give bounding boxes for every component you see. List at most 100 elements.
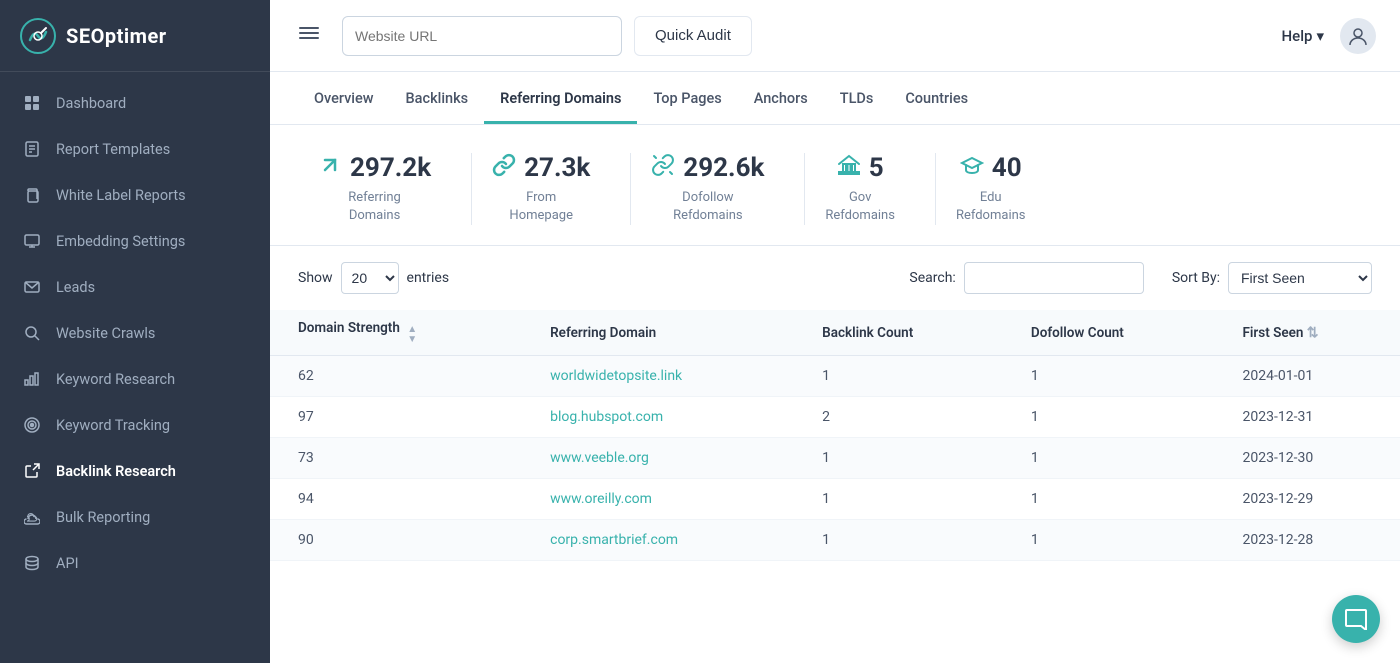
grid-icon bbox=[22, 93, 42, 113]
stat-referring-domains: 297.2k ReferringDomains bbox=[298, 153, 472, 225]
monitor-icon bbox=[22, 231, 42, 251]
sidebar-item-label: Keyword Research bbox=[56, 371, 175, 388]
stat-value-referring-domains: 297.2k bbox=[350, 153, 431, 183]
tab-overview[interactable]: Overview bbox=[298, 72, 390, 124]
stat-value-gov: 5 bbox=[869, 153, 884, 183]
sidebar-item-label: Embedding Settings bbox=[56, 233, 185, 250]
cell-strength: 73 bbox=[270, 438, 522, 479]
table-row: 94 www.oreilly.com 1 1 2023-12-29 bbox=[270, 479, 1400, 520]
chat-button[interactable] bbox=[1332, 595, 1380, 643]
topbar: Quick Audit Help ▾ bbox=[270, 0, 1400, 72]
stat-label-gov: GovRefdomains bbox=[825, 189, 895, 225]
stat-label-from-homepage: FromHomepage bbox=[509, 189, 573, 225]
quick-audit-button[interactable]: Quick Audit bbox=[634, 16, 752, 56]
cell-first-seen: 2023-12-29 bbox=[1215, 479, 1400, 520]
domain-link[interactable]: www.veeble.org bbox=[550, 450, 649, 466]
help-button[interactable]: Help ▾ bbox=[1282, 27, 1324, 45]
topbar-right: Help ▾ bbox=[1282, 18, 1376, 54]
url-input[interactable] bbox=[342, 16, 622, 56]
main-content: Quick Audit Help ▾ Overview Backlinks Re… bbox=[270, 0, 1400, 663]
sidebar-item-leads[interactable]: Leads bbox=[0, 264, 270, 310]
sidebar-item-label: Bulk Reporting bbox=[56, 509, 150, 526]
col-first-seen: First Seen ⇅ bbox=[1215, 310, 1400, 356]
sidebar-item-label: Backlink Research bbox=[56, 463, 176, 480]
tab-anchors[interactable]: Anchors bbox=[738, 72, 824, 124]
menu-icon[interactable] bbox=[294, 18, 324, 53]
data-table: Domain Strength ▲▼ Referring Domain Back… bbox=[270, 310, 1400, 561]
cell-strength: 90 bbox=[270, 520, 522, 561]
sidebar-item-white-label[interactable]: White Label Reports bbox=[0, 172, 270, 218]
sidebar-item-label: White Label Reports bbox=[56, 187, 186, 204]
sidebar-item-backlink-research[interactable]: Backlink Research bbox=[0, 448, 270, 494]
sidebar-item-keyword-research[interactable]: Keyword Research bbox=[0, 356, 270, 402]
search-label: Search: bbox=[909, 270, 955, 286]
cell-strength: 94 bbox=[270, 479, 522, 520]
sidebar-item-dashboard[interactable]: Dashboard bbox=[0, 80, 270, 126]
dofollow-icon bbox=[651, 153, 675, 183]
external-link-icon bbox=[22, 461, 42, 481]
cell-backlinks: 1 bbox=[794, 520, 1003, 561]
domain-link[interactable]: worldwidetopsite.link bbox=[550, 368, 682, 384]
table-header-row: Domain Strength ▲▼ Referring Domain Back… bbox=[270, 310, 1400, 356]
cell-backlinks: 2 bbox=[794, 397, 1003, 438]
sidebar-item-website-crawls[interactable]: Website Crawls bbox=[0, 310, 270, 356]
sidebar: SEOptimer Dashboard Report Templates Whi… bbox=[0, 0, 270, 663]
domain-link[interactable]: blog.hubspot.com bbox=[550, 409, 663, 425]
cell-backlinks: 1 bbox=[794, 438, 1003, 479]
domain-link[interactable]: www.oreilly.com bbox=[550, 491, 652, 507]
logo-text: SEOptimer bbox=[66, 24, 167, 48]
file-text-icon bbox=[22, 139, 42, 159]
search-input[interactable] bbox=[964, 262, 1144, 294]
cell-domain: www.oreilly.com bbox=[522, 479, 794, 520]
cell-first-seen: 2023-12-31 bbox=[1215, 397, 1400, 438]
stat-value-from-homepage: 27.3k bbox=[524, 153, 590, 183]
col-referring-domain: Referring Domain bbox=[522, 310, 794, 356]
sort-label: Sort By: bbox=[1172, 270, 1220, 286]
building-icon bbox=[837, 153, 861, 183]
sidebar-item-label: Website Crawls bbox=[56, 325, 155, 342]
sort-select[interactable]: First Seen Domain Strength Backlink Coun… bbox=[1228, 262, 1372, 294]
entries-label: entries bbox=[407, 270, 450, 286]
tab-bar: Overview Backlinks Referring Domains Top… bbox=[270, 72, 1400, 125]
cell-dofollow: 1 bbox=[1003, 356, 1215, 397]
user-avatar[interactable] bbox=[1340, 18, 1376, 54]
graduation-icon bbox=[960, 153, 984, 183]
sort-arrows-domain-strength[interactable]: ▲▼ bbox=[407, 325, 417, 345]
filter-icon[interactable]: ⇅ bbox=[1307, 325, 1319, 341]
tab-countries[interactable]: Countries bbox=[889, 72, 984, 124]
sidebar-nav: Dashboard Report Templates White Label R… bbox=[0, 72, 270, 663]
sidebar-item-report-templates[interactable]: Report Templates bbox=[0, 126, 270, 172]
col-backlink-count: Backlink Count bbox=[794, 310, 1003, 356]
stat-dofollow: 292.6k DofollowRefdomains bbox=[631, 153, 805, 225]
cell-first-seen: 2024-01-01 bbox=[1215, 356, 1400, 397]
cell-dofollow: 1 bbox=[1003, 397, 1215, 438]
cell-dofollow: 1 bbox=[1003, 438, 1215, 479]
stat-label-referring-domains: ReferringDomains bbox=[348, 189, 401, 225]
link-icon bbox=[492, 153, 516, 183]
sidebar-item-bulk-reporting[interactable]: Bulk Reporting bbox=[0, 494, 270, 540]
tab-top-pages[interactable]: Top Pages bbox=[637, 72, 737, 124]
tab-referring-domains[interactable]: Referring Domains bbox=[484, 72, 637, 124]
entries-select[interactable]: 20 10 50 100 bbox=[341, 262, 399, 294]
table-row: 62 worldwidetopsite.link 1 1 2024-01-01 bbox=[270, 356, 1400, 397]
bar-chart-icon bbox=[22, 369, 42, 389]
target-icon bbox=[22, 415, 42, 435]
cloud-icon bbox=[22, 507, 42, 527]
stat-gov: 5 GovRefdomains bbox=[805, 153, 936, 225]
cell-strength: 97 bbox=[270, 397, 522, 438]
domain-link[interactable]: corp.smartbrief.com bbox=[550, 532, 678, 548]
stat-edu: 40 EduRefdomains bbox=[936, 153, 1066, 225]
table-row: 90 corp.smartbrief.com 1 1 2023-12-28 bbox=[270, 520, 1400, 561]
stat-value-edu: 40 bbox=[992, 153, 1022, 183]
sidebar-item-label: Keyword Tracking bbox=[56, 417, 170, 434]
cell-domain: blog.hubspot.com bbox=[522, 397, 794, 438]
sidebar-item-api[interactable]: API bbox=[0, 540, 270, 586]
tab-backlinks[interactable]: Backlinks bbox=[390, 72, 485, 124]
cell-backlinks: 1 bbox=[794, 479, 1003, 520]
database-icon bbox=[22, 553, 42, 573]
tab-tlds[interactable]: TLDs bbox=[824, 72, 890, 124]
sidebar-item-label: Dashboard bbox=[56, 95, 126, 112]
sidebar-item-keyword-tracking[interactable]: Keyword Tracking bbox=[0, 402, 270, 448]
sidebar-item-embedding[interactable]: Embedding Settings bbox=[0, 218, 270, 264]
table-row: 97 blog.hubspot.com 2 1 2023-12-31 bbox=[270, 397, 1400, 438]
